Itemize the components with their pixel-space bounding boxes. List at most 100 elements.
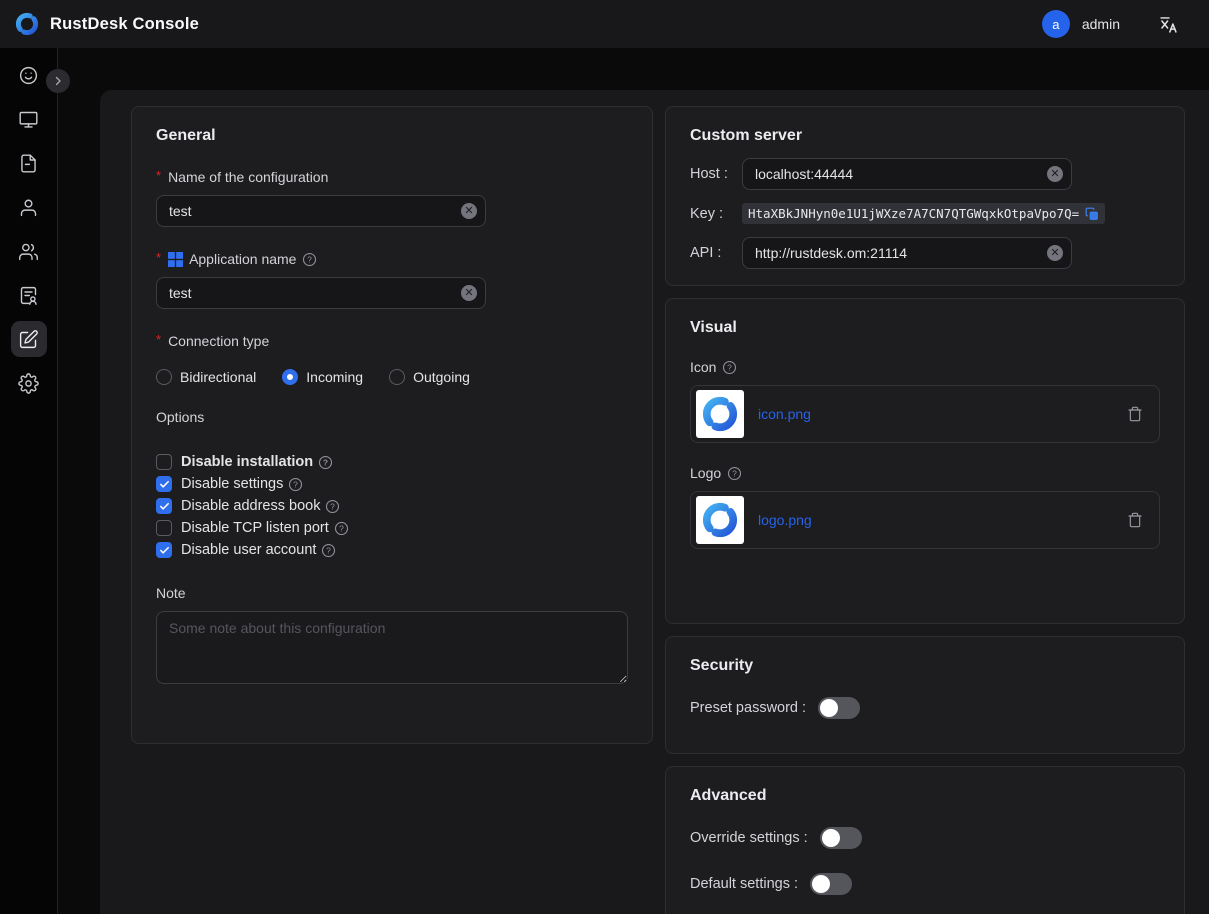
document-icon [18, 153, 39, 174]
logo-thumbnail [696, 496, 744, 544]
application-name-label: * Application name ? [156, 251, 628, 267]
checkbox-disable-tcp-listen-port[interactable]: Disable TCP listen port ? [156, 517, 628, 539]
toggle-knob [820, 699, 838, 717]
checkbox-disable-user-account[interactable]: Disable user account ? [156, 539, 628, 561]
user-name[interactable]: admin [1082, 16, 1120, 32]
svg-text:?: ? [331, 501, 336, 511]
override-settings-toggle[interactable] [820, 827, 862, 849]
audit-log-icon [18, 285, 39, 306]
required-asterisk: * [156, 168, 161, 183]
chevron-right-icon [52, 75, 64, 87]
clear-api-icon[interactable]: ✕ [1047, 245, 1063, 261]
content-panel: General * Name of the configuration ✕ * … [100, 90, 1209, 914]
general-card: General * Name of the configuration ✕ * … [131, 106, 653, 744]
svg-text:?: ? [728, 362, 733, 372]
users-icon [18, 241, 39, 262]
rustdesk-logo-icon [14, 11, 40, 37]
help-icon[interactable]: ? [325, 499, 340, 514]
delete-logo-trash-icon[interactable] [1127, 512, 1143, 528]
security-title: Security [690, 657, 1160, 675]
toggle-knob [812, 875, 830, 893]
general-title: General [156, 127, 628, 145]
icon-file-link[interactable]: icon.png [758, 406, 811, 422]
checkbox-disable-settings[interactable]: Disable settings ? [156, 473, 628, 495]
sidebar-item-logs[interactable] [11, 145, 47, 181]
sidebar-item-settings[interactable] [11, 365, 47, 401]
default-settings-label: Default settings : [690, 876, 798, 892]
override-settings-label: Override settings : [690, 830, 808, 846]
clear-app-name-icon[interactable]: ✕ [461, 285, 477, 301]
name-config-label: * Name of the configuration [156, 169, 628, 185]
checkbox-icon [156, 498, 172, 514]
user-avatar[interactable]: a [1042, 10, 1070, 38]
icon-file-row: icon.png [690, 385, 1160, 443]
sidebar-item-audit[interactable] [11, 277, 47, 313]
sidebar-item-users[interactable] [11, 189, 47, 225]
sidebar-collapse-button[interactable] [46, 69, 70, 93]
logo-label: Logo ? [690, 465, 1160, 481]
note-label: Note [156, 585, 628, 601]
radio-bidirectional[interactable]: Bidirectional [156, 369, 256, 385]
visual-title: Visual [690, 319, 1160, 337]
svg-text:?: ? [339, 523, 344, 533]
help-icon[interactable]: ? [722, 360, 737, 375]
icon-thumbnail [696, 390, 744, 438]
required-asterisk: * [156, 250, 161, 265]
clear-host-icon[interactable]: ✕ [1047, 166, 1063, 182]
api-input[interactable] [742, 237, 1072, 269]
host-input[interactable] [742, 158, 1072, 190]
sidebar-item-dashboard[interactable] [11, 57, 47, 93]
translate-icon[interactable] [1158, 14, 1179, 35]
checkbox-icon [156, 520, 172, 536]
visual-card: Visual Icon ? icon.png [665, 298, 1185, 624]
help-icon[interactable]: ? [321, 543, 336, 558]
settings-gear-icon [18, 373, 39, 394]
checkbox-disable-installation[interactable]: Disable installation ? [156, 451, 628, 473]
preset-password-label: Preset password : [690, 700, 806, 716]
default-settings-toggle[interactable] [810, 873, 852, 895]
clear-name-icon[interactable]: ✕ [461, 203, 477, 219]
svg-text:?: ? [294, 479, 299, 489]
help-icon[interactable]: ? [288, 477, 303, 492]
advanced-card: Advanced Override settings : Default set… [665, 766, 1185, 914]
advanced-title: Advanced [690, 787, 1160, 805]
application-name-input[interactable] [156, 277, 486, 309]
icon-label: Icon ? [690, 359, 1160, 375]
checkbox-disable-address-book[interactable]: Disable address book ? [156, 495, 628, 517]
copy-icon[interactable] [1085, 207, 1099, 221]
help-icon[interactable]: ? [727, 466, 742, 481]
svg-text:?: ? [327, 545, 332, 555]
sidebar-rail [0, 48, 58, 914]
help-icon[interactable]: ? [334, 521, 349, 536]
custom-server-title: Custom server [690, 127, 1160, 145]
name-config-input[interactable] [156, 195, 486, 227]
delete-icon-trash-icon[interactable] [1127, 406, 1143, 422]
radio-circle-icon [282, 369, 298, 385]
checkbox-icon [156, 454, 172, 470]
sidebar-item-groups[interactable] [11, 233, 47, 269]
connection-type-label: * Connection type [156, 333, 628, 349]
radio-incoming[interactable]: Incoming [282, 369, 363, 385]
radio-outgoing[interactable]: Outgoing [389, 369, 470, 385]
server-key-value: HtaXBkJNHyn0e1U1jWXze7A7CN7QTGWqxkOtpaVp… [742, 203, 1105, 224]
svg-text:?: ? [323, 457, 328, 467]
note-textarea[interactable] [156, 611, 628, 684]
preset-password-toggle[interactable] [818, 697, 860, 719]
toggle-knob [822, 829, 840, 847]
monitor-icon [18, 109, 39, 130]
sidebar-item-custom-client[interactable] [11, 321, 47, 357]
sidebar-item-devices[interactable] [11, 101, 47, 137]
radio-circle-icon [156, 369, 172, 385]
checkbox-icon [156, 476, 172, 492]
logo-file-link[interactable]: logo.png [758, 512, 812, 528]
app-title: RustDesk Console [50, 15, 199, 34]
options-checkbox-list: Disable installation ? Disable settings … [156, 451, 628, 561]
connection-type-group: Bidirectional Incoming Outgoing [156, 369, 628, 385]
logo-file-row: logo.png [690, 491, 1160, 549]
svg-text:?: ? [732, 468, 737, 478]
security-card: Security Preset password : [665, 636, 1185, 754]
help-icon[interactable]: ? [302, 252, 317, 267]
help-icon[interactable]: ? [318, 455, 333, 470]
options-label: Options [156, 409, 628, 425]
radio-circle-icon [389, 369, 405, 385]
